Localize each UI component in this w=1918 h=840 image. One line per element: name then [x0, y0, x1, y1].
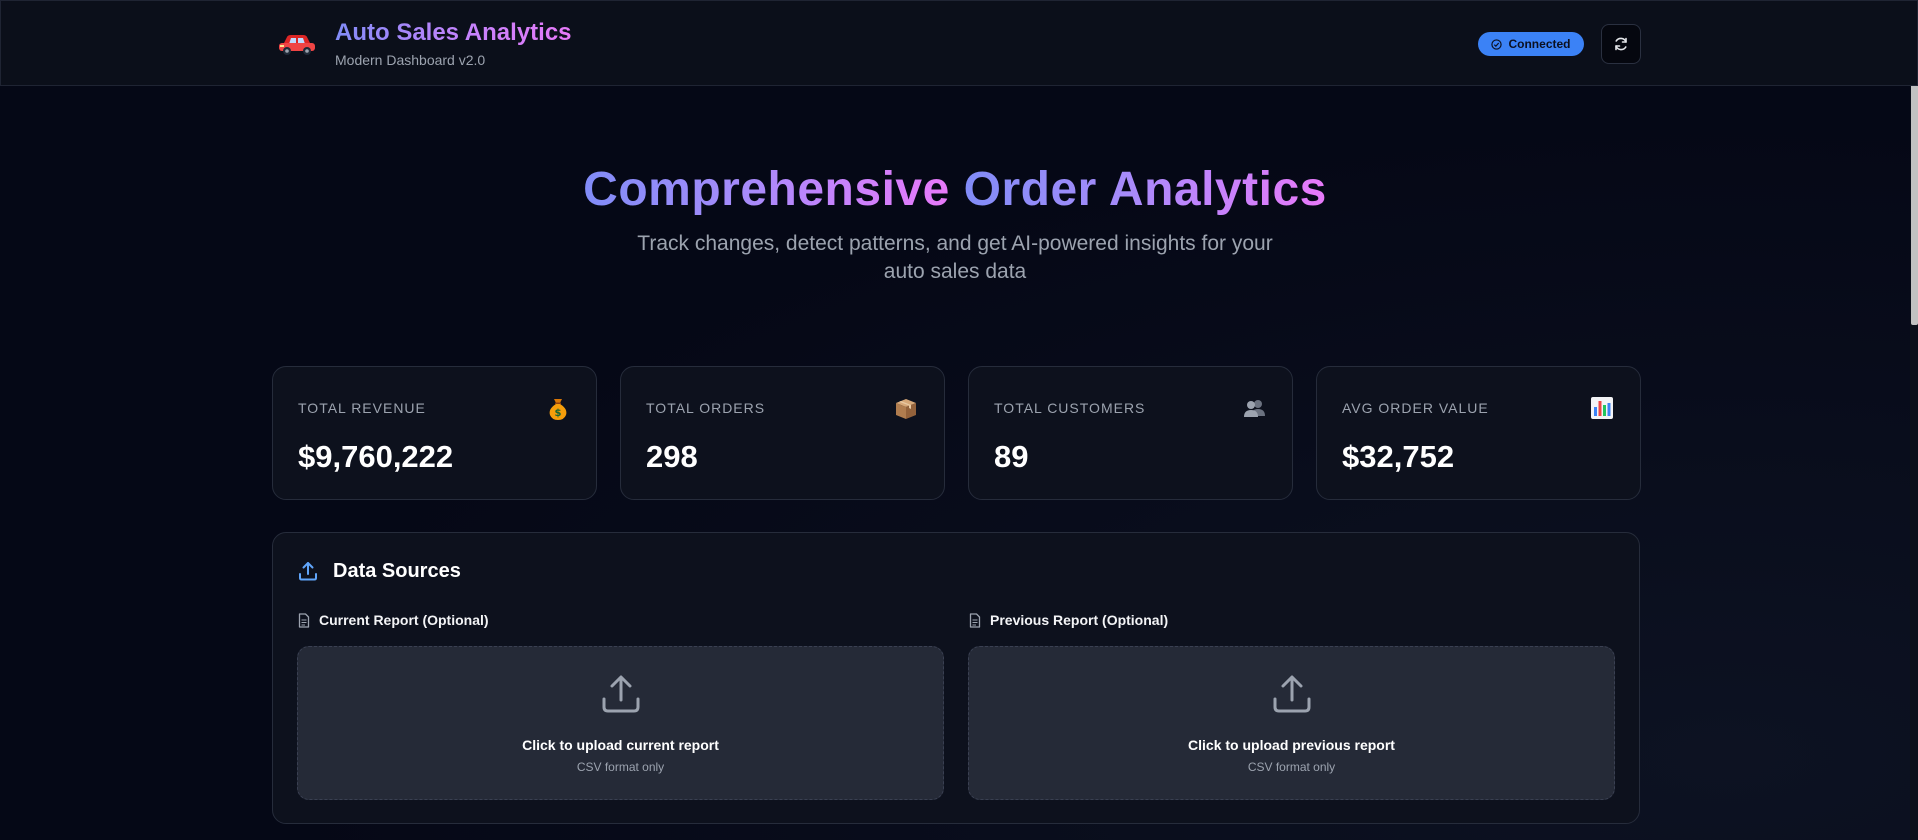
dropzone-subtitle: CSV format only	[576, 760, 665, 774]
current-report-label-text: Current Report (Optional)	[319, 612, 489, 628]
connection-status-badge: Connected	[1478, 32, 1584, 56]
hero-title-part1: Comprehensive	[583, 163, 950, 216]
stat-card-total-revenue: TOTAL REVENUE $ $9,760,222	[272, 366, 597, 500]
stat-label: AVG ORDER VALUE	[1342, 400, 1489, 416]
refresh-button[interactable]	[1601, 24, 1641, 64]
bar-chart-icon	[1591, 397, 1613, 419]
users-icon	[1244, 400, 1265, 417]
check-circle-icon	[1491, 38, 1503, 50]
data-sources-panel: Data Sources Current Report (Optional) P…	[272, 532, 1640, 824]
previous-report-label: Previous Report (Optional)	[968, 612, 1168, 628]
stat-card-total-customers: TOTAL CUSTOMERS 89	[968, 366, 1293, 500]
stat-label: TOTAL CUSTOMERS	[994, 400, 1146, 416]
status-label: Connected	[1508, 37, 1571, 51]
app-title: Auto Sales Analytics	[335, 19, 572, 46]
stat-value: $9,760,222	[298, 439, 454, 474]
stat-value: 298	[646, 439, 698, 474]
top-header: Auto Sales Analytics Modern Dashboard v2…	[0, 0, 1918, 86]
hero-title-part2: Order Analytics	[963, 163, 1327, 216]
refresh-icon	[1615, 37, 1627, 51]
stat-label: TOTAL REVENUE	[298, 400, 426, 416]
stat-value: 89	[994, 439, 1029, 474]
dropzone-subtitle: CSV format only	[1247, 760, 1336, 774]
hero-title: Comprehensive Order Analytics	[0, 162, 1910, 217]
money-bag-icon: $	[549, 399, 567, 420]
current-report-label: Current Report (Optional)	[297, 612, 489, 628]
stat-card-total-orders: TOTAL ORDERS 298	[620, 366, 945, 500]
data-sources-title: Data Sources	[333, 560, 461, 582]
dropzone-title: Click to upload current report	[522, 737, 719, 753]
car-icon	[279, 35, 315, 55]
file-icon	[969, 612, 981, 628]
hero-subtitle: Track changes, detect patterns, and get …	[637, 232, 1273, 283]
header-inner: Auto Sales Analytics Modern Dashboard v2…	[273, 1, 1641, 87]
dropzone-title: Click to upload previous report	[1188, 737, 1395, 753]
upload-icon	[1273, 675, 1311, 713]
stat-value: $32,752	[1342, 439, 1455, 474]
svg-text:$: $	[555, 408, 562, 419]
package-icon	[896, 399, 916, 419]
stat-label: TOTAL ORDERS	[646, 400, 766, 416]
upload-icon	[602, 675, 640, 713]
previous-report-upload-dropzone[interactable]: Click to upload previous report CSV form…	[968, 646, 1615, 800]
upload-icon	[299, 562, 317, 581]
app-subtitle: Modern Dashboard v2.0	[335, 52, 486, 68]
current-report-upload-dropzone[interactable]: Click to upload current report CSV forma…	[297, 646, 944, 800]
file-icon	[298, 612, 310, 628]
previous-report-label-text: Previous Report (Optional)	[990, 612, 1169, 628]
stat-card-avg-order-value: AVG ORDER VALUE $32,752	[1316, 366, 1641, 500]
